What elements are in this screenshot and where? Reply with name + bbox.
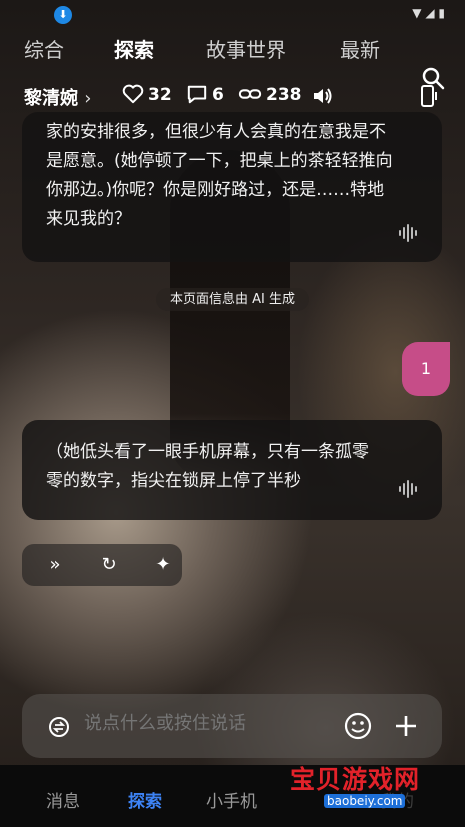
phone-vibrate-icon[interactable] (416, 84, 440, 108)
user-message-bubble: 1 (402, 342, 450, 396)
comments-stat[interactable]: 6 (186, 84, 224, 105)
ai-message-text: 家的安排很多，但很少有人会真的在意我是不是愿意。(她停顿了一下，把桌上的茶轻轻推… (46, 122, 393, 229)
voice-wave-icon[interactable] (398, 480, 420, 498)
tab-explore[interactable]: 探索 (114, 34, 154, 63)
voice-wave-icon[interactable] (398, 224, 420, 242)
nav-messages[interactable]: 消息 (46, 787, 80, 812)
ai-message-bubble: （她低头看了一眼手机屏幕，只有一条孤零零的数字，指尖在锁屏上停了半秒 (22, 420, 442, 520)
likes-stat[interactable]: 32 (122, 84, 172, 105)
watermark-logo: 宝贝游戏网 baobeiy.com (290, 765, 421, 808)
tab-latest[interactable]: 最新 (340, 34, 380, 63)
shares-stat[interactable]: 238 (238, 84, 302, 105)
ai-message-bubble: 家的安排很多，但很少有人会真的在意我是不是愿意。(她停顿了一下，把桌上的茶轻轻推… (22, 112, 442, 262)
character-info-row: 黎清婉 › 32 6 238 (0, 80, 465, 112)
switch-mode-icon[interactable] (48, 716, 70, 738)
character-name[interactable]: 黎清婉 › (24, 84, 91, 110)
regenerate-icon[interactable]: ↻ (98, 554, 120, 576)
message-input[interactable] (82, 712, 336, 735)
plus-icon[interactable] (394, 714, 418, 738)
sparkle-icon[interactable]: ✦ (152, 554, 174, 576)
status-bar: ⬇ ▼ ◢ ▮ (0, 0, 465, 30)
message-actions: » ↻ ✦ (22, 544, 182, 586)
comment-icon (187, 85, 207, 104)
tab-general[interactable]: 综合 (24, 34, 64, 63)
emoji-icon[interactable] (344, 712, 372, 740)
fast-forward-icon[interactable]: » (44, 554, 66, 576)
chevron-right-icon: › (84, 88, 92, 109)
nav-mini-phone[interactable]: 小手机 (206, 787, 257, 812)
heart-icon (122, 84, 144, 104)
system-icons: ▼ ◢ ▮ (412, 6, 445, 20)
tab-story-world[interactable]: 故事世界 (206, 34, 286, 63)
nav-explore[interactable]: 探索 (128, 787, 162, 812)
download-icon: ⬇ (54, 6, 72, 24)
top-tabs: 综合 探索 故事世界 最新 (0, 30, 465, 90)
speaker-icon[interactable] (312, 86, 334, 106)
link-icon (238, 89, 262, 99)
chat-input-bar (22, 694, 442, 758)
ai-generated-note: 本页面信息由 AI 生成 (0, 288, 465, 311)
ai-message-text: （她低头看了一眼手机屏幕，只有一条孤零零的数字，指尖在锁屏上停了半秒 (46, 442, 369, 491)
